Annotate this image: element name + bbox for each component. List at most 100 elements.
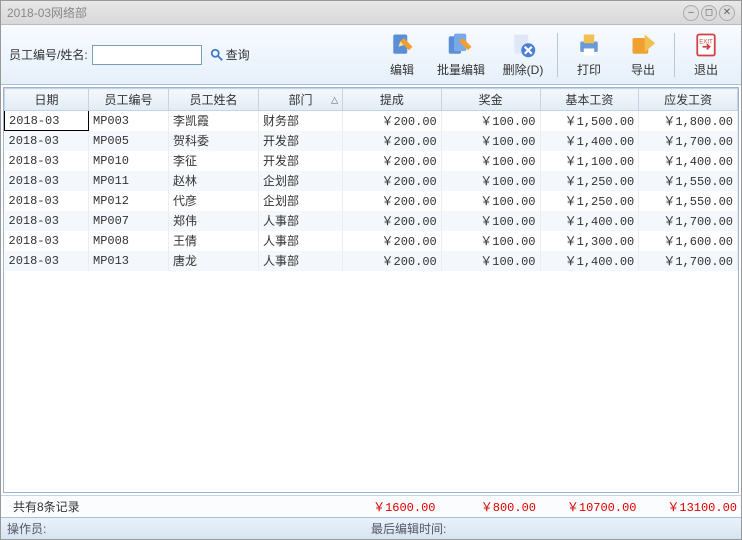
delete-button[interactable]: 删除(D) — [493, 30, 553, 80]
col-header-bonus[interactable]: 奖金 — [441, 89, 540, 111]
table-cell[interactable]: 李凯霞 — [169, 111, 259, 131]
table-cell[interactable]: ￥100.00 — [441, 151, 540, 171]
sort-asc-icon: △ — [331, 94, 338, 105]
col-header-date[interactable]: 日期 — [5, 89, 89, 111]
maximize-button[interactable]: ◻ — [701, 5, 717, 21]
table-cell[interactable]: 2018-03 — [5, 251, 89, 271]
table-cell[interactable]: ￥1,400.00 — [639, 151, 738, 171]
table-cell[interactable]: ￥1,700.00 — [639, 211, 738, 231]
table-cell[interactable]: ￥100.00 — [441, 251, 540, 271]
table-row[interactable]: 2018-03MP012代彦企划部￥200.00￥100.00￥1,250.00… — [5, 191, 738, 211]
table-cell[interactable]: ￥200.00 — [343, 251, 442, 271]
table-cell[interactable]: 人事部 — [259, 251, 343, 271]
data-grid[interactable]: 日期 员工编号 员工姓名 部门△ 提成 奖金 基本工资 应发工资 2018-03… — [3, 87, 739, 493]
table-cell[interactable]: MP007 — [89, 211, 169, 231]
table-cell[interactable]: 2018-03 — [5, 131, 89, 151]
table-cell[interactable]: 2018-03 — [5, 191, 89, 211]
print-label: 打印 — [577, 61, 601, 78]
batch-edit-button[interactable]: 批量编辑 — [429, 30, 493, 80]
table-cell[interactable]: 企划部 — [259, 191, 343, 211]
status-operator: 操作员: — [7, 520, 371, 537]
table-row[interactable]: 2018-03MP010李征开发部￥200.00￥100.00￥1,100.00… — [5, 151, 738, 171]
table-cell[interactable]: ￥1,550.00 — [639, 191, 738, 211]
col-header-commission[interactable]: 提成 — [343, 89, 442, 111]
col-header-base[interactable]: 基本工资 — [540, 89, 639, 111]
table-cell[interactable]: 唐龙 — [169, 251, 259, 271]
total-bonus: ￥800.00 — [440, 498, 541, 515]
table-cell[interactable]: ￥200.00 — [343, 151, 442, 171]
table-row[interactable]: 2018-03MP007郑伟人事部￥200.00￥100.00￥1,400.00… — [5, 211, 738, 231]
table-cell[interactable]: 人事部 — [259, 231, 343, 251]
table-cell[interactable]: ￥1,700.00 — [639, 251, 738, 271]
table-cell[interactable]: 王倩 — [169, 231, 259, 251]
table-cell[interactable]: ￥200.00 — [343, 231, 442, 251]
table-cell[interactable]: ￥100.00 — [441, 211, 540, 231]
table-cell[interactable]: MP005 — [89, 131, 169, 151]
close-button[interactable]: ✕ — [719, 5, 735, 21]
table-cell[interactable]: 2018-03 — [5, 231, 89, 251]
exit-button[interactable]: EXIT 退出 — [679, 30, 733, 80]
table-cell[interactable]: ￥1,500.00 — [540, 111, 639, 131]
table-cell[interactable]: ￥200.00 — [343, 191, 442, 211]
table-cell[interactable]: 2018-03 — [5, 111, 89, 131]
col-header-dept[interactable]: 部门△ — [259, 89, 343, 111]
table-cell[interactable]: MP008 — [89, 231, 169, 251]
table-row[interactable]: 2018-03MP011赵林企划部￥200.00￥100.00￥1,250.00… — [5, 171, 738, 191]
table-cell[interactable]: 2018-03 — [5, 211, 89, 231]
table-cell[interactable]: ￥1,250.00 — [540, 171, 639, 191]
table-cell[interactable]: ￥200.00 — [343, 131, 442, 151]
table-cell[interactable]: ￥100.00 — [441, 231, 540, 251]
table-cell[interactable]: 李征 — [169, 151, 259, 171]
table-cell[interactable]: ￥100.00 — [441, 171, 540, 191]
table-row[interactable]: 2018-03MP013唐龙人事部￥200.00￥100.00￥1,400.00… — [5, 251, 738, 271]
exit-label: 退出 — [694, 61, 718, 78]
table-cell[interactable]: ￥1,550.00 — [639, 171, 738, 191]
table-cell[interactable]: ￥1,400.00 — [540, 131, 639, 151]
table-row[interactable]: 2018-03MP005贺科委开发部￥200.00￥100.00￥1,400.0… — [5, 131, 738, 151]
table-cell[interactable]: 赵林 — [169, 171, 259, 191]
table-cell[interactable]: ￥200.00 — [343, 171, 442, 191]
table-cell[interactable]: 郑伟 — [169, 211, 259, 231]
table-cell[interactable]: ￥1,300.00 — [540, 231, 639, 251]
col-header-payable[interactable]: 应发工资 — [639, 89, 738, 111]
table-cell[interactable]: ￥100.00 — [441, 191, 540, 211]
table-cell[interactable]: 贺科委 — [169, 131, 259, 151]
table-cell[interactable]: MP003 — [89, 111, 169, 131]
table-cell[interactable]: ￥1,700.00 — [639, 131, 738, 151]
table-cell[interactable]: MP010 — [89, 151, 169, 171]
table-cell[interactable]: ￥1,800.00 — [639, 111, 738, 131]
table-cell[interactable]: ￥200.00 — [343, 111, 442, 131]
table-cell[interactable]: 人事部 — [259, 211, 343, 231]
search-button[interactable]: 查询 — [210, 46, 250, 63]
table-cell[interactable]: ￥1,250.00 — [540, 191, 639, 211]
table-cell[interactable]: MP012 — [89, 191, 169, 211]
table-cell[interactable]: ￥1,400.00 — [540, 251, 639, 271]
edit-button[interactable]: 编辑 — [375, 30, 429, 80]
print-button[interactable]: 打印 — [562, 30, 616, 80]
statusbar: 操作员: 最后编辑时间: — [1, 517, 741, 539]
export-icon — [629, 31, 657, 59]
search-input[interactable] — [92, 45, 202, 65]
table-cell[interactable]: ￥1,400.00 — [540, 211, 639, 231]
table-row[interactable]: 2018-03MP008王倩人事部￥200.00￥100.00￥1,300.00… — [5, 231, 738, 251]
minimize-button[interactable]: – — [683, 5, 699, 21]
table-cell[interactable]: ￥200.00 — [343, 211, 442, 231]
salary-table: 日期 员工编号 员工姓名 部门△ 提成 奖金 基本工资 应发工资 2018-03… — [4, 88, 738, 271]
table-cell[interactable]: MP013 — [89, 251, 169, 271]
table-cell[interactable]: 代彦 — [169, 191, 259, 211]
table-cell[interactable]: 财务部 — [259, 111, 343, 131]
export-button[interactable]: 导出 — [616, 30, 670, 80]
col-header-name[interactable]: 员工姓名 — [169, 89, 259, 111]
table-cell[interactable]: 2018-03 — [5, 151, 89, 171]
table-cell[interactable]: 开发部 — [259, 151, 343, 171]
table-cell[interactable]: MP011 — [89, 171, 169, 191]
table-cell[interactable]: 开发部 — [259, 131, 343, 151]
table-cell[interactable]: ￥1,100.00 — [540, 151, 639, 171]
table-cell[interactable]: 2018-03 — [5, 171, 89, 191]
col-header-empno[interactable]: 员工编号 — [89, 89, 169, 111]
table-cell[interactable]: ￥100.00 — [441, 131, 540, 151]
table-cell[interactable]: ￥1,600.00 — [639, 231, 738, 251]
table-row[interactable]: 2018-03MP003李凯霞财务部￥200.00￥100.00￥1,500.0… — [5, 111, 738, 131]
table-cell[interactable]: ￥100.00 — [441, 111, 540, 131]
table-cell[interactable]: 企划部 — [259, 171, 343, 191]
